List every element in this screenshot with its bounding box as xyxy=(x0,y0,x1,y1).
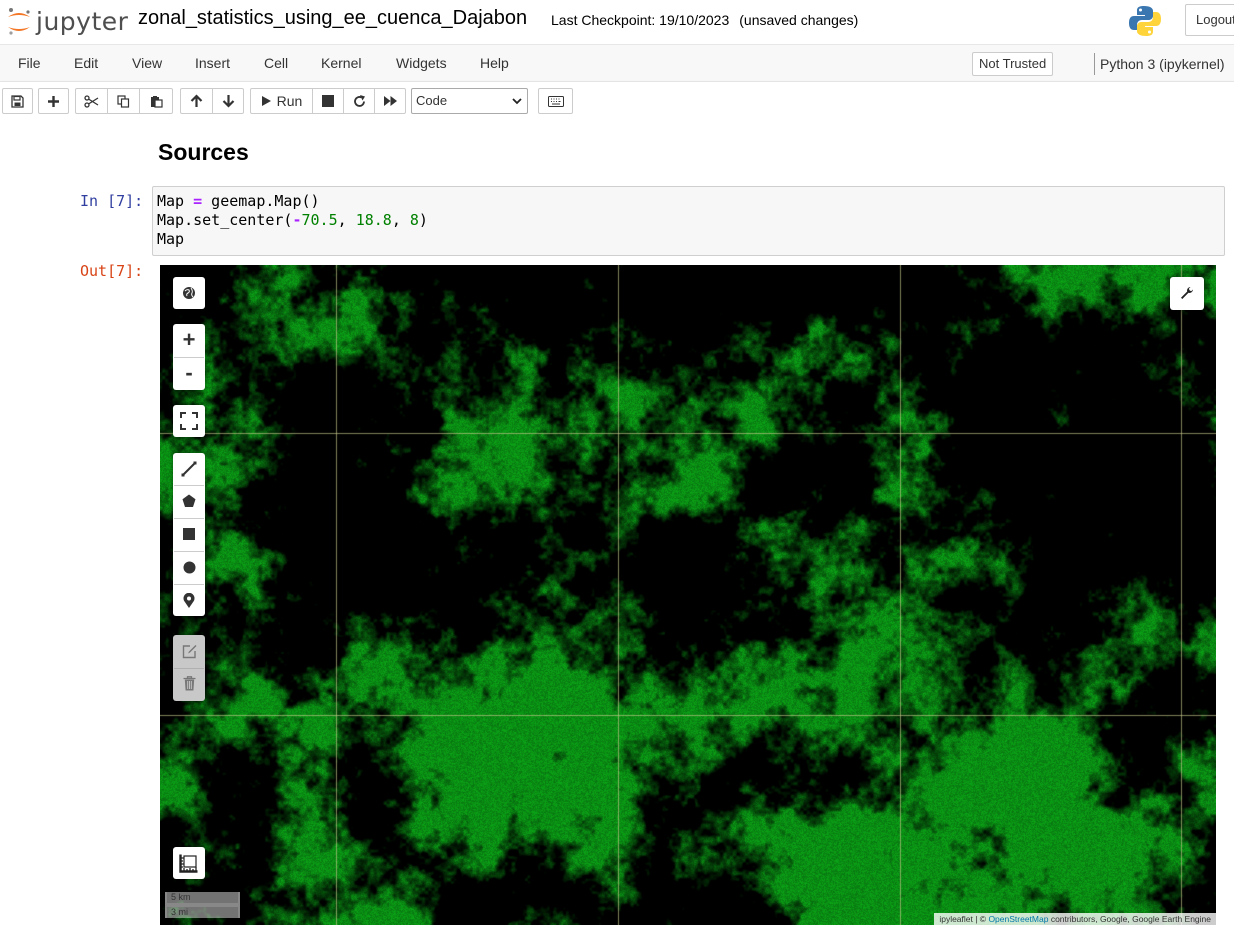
run-label: Run xyxy=(276,93,303,109)
jupyter-logo-icon xyxy=(8,8,30,35)
osm-link[interactable]: OpenStreetMap xyxy=(988,914,1048,924)
map-widget[interactable]: + - 5 km 3 mi ipyleaflet | © OpenStreetM… xyxy=(160,265,1216,925)
code-line: Map = geemap.Map() xyxy=(157,192,320,210)
stop-icon xyxy=(322,95,334,107)
logo-text: jupyter xyxy=(36,6,129,36)
restart-kernel-button[interactable] xyxy=(343,88,375,114)
notebook-container: Sources In [7]: Map = geemap.Map() Map.se… xyxy=(0,120,1234,951)
arrow-down-icon xyxy=(222,95,234,108)
notebook-header: jupyter zonal_statistics_using_ee_cuenca… xyxy=(0,0,1234,44)
checkpoint-text: Last Checkpoint: 19/10/2023 xyxy=(551,12,730,28)
code-line: Map.set_center(-70.5, 18.8, 8) xyxy=(157,211,428,229)
globe-icon xyxy=(174,278,204,308)
logout-button[interactable]: Logout xyxy=(1185,4,1234,36)
save-icon xyxy=(11,94,24,108)
menu-widgets[interactable]: Widgets xyxy=(396,55,447,71)
keyboard-icon xyxy=(547,95,564,107)
play-icon xyxy=(261,96,271,106)
fullscreen-icon xyxy=(174,406,204,436)
not-trusted-button[interactable]: Not Trusted xyxy=(972,52,1054,76)
chevron-down-icon xyxy=(512,98,522,105)
fast-forward-icon xyxy=(383,96,397,106)
menu-kernel[interactable]: Kernel xyxy=(321,55,361,71)
polygon-icon[interactable] xyxy=(174,486,204,516)
ruler-icon xyxy=(174,848,204,878)
run-button[interactable]: Run xyxy=(250,88,313,114)
scale-metric: 5 km xyxy=(165,892,240,905)
arrow-up-icon xyxy=(190,94,203,107)
trash-icon[interactable] xyxy=(174,668,204,698)
measure-control[interactable] xyxy=(173,847,205,879)
checkpoint-status: Last Checkpoint: 19/10/2023 (unsaved chan… xyxy=(551,12,858,28)
marker-icon[interactable] xyxy=(174,585,204,615)
save-button[interactable] xyxy=(2,88,33,114)
code-cell-editor[interactable]: Map = geemap.Map() Map.set_center(-70.5, … xyxy=(152,186,1225,256)
code-line: Map xyxy=(157,230,185,248)
polyline-icon[interactable] xyxy=(174,454,204,484)
menubar: File Edit View Insert Cell Kernel Widget… xyxy=(0,44,1234,82)
cell-type-select[interactable]: Code xyxy=(411,88,528,114)
restart-icon xyxy=(353,94,365,107)
notebook-title[interactable]: zonal_statistics_using_ee_cuenca_Dajabon xyxy=(138,7,527,30)
satellite-basemap[interactable] xyxy=(160,265,1216,925)
map-attribution: ipyleaflet | © OpenStreetMap contributor… xyxy=(934,913,1216,925)
scale-imperial: 3 mi xyxy=(165,905,240,918)
copy-button[interactable] xyxy=(107,88,140,114)
insert-cell-below-button[interactable] xyxy=(38,88,69,114)
output-prompt: Out[7]: xyxy=(80,262,144,280)
paste-icon xyxy=(150,95,163,108)
command-palette-button[interactable] xyxy=(538,88,573,114)
move-cell-down-button[interactable] xyxy=(212,88,244,114)
scale-bar: 5 km 3 mi xyxy=(165,892,240,918)
menu-edit[interactable]: Edit xyxy=(74,55,98,71)
menu-file[interactable]: File xyxy=(18,55,41,71)
menu-view[interactable]: View xyxy=(132,55,162,71)
move-cell-up-button[interactable] xyxy=(180,88,213,114)
toolbar-toggle-button[interactable] xyxy=(1170,277,1204,310)
attribution-suffix: contributors, Google, Google Earth Engin… xyxy=(1048,914,1211,924)
kernel-indicator[interactable]: Python 3 (ipykernel) xyxy=(1094,53,1225,75)
zoom-in-button[interactable]: + xyxy=(174,325,204,355)
input-prompt: In [7]: xyxy=(80,192,144,210)
python-logo-icon xyxy=(1129,6,1161,36)
toolbar: Run Code xyxy=(0,82,1234,120)
edit-toolbar xyxy=(173,635,205,701)
unsaved-changes-text: (unsaved changes) xyxy=(739,12,859,28)
plus-icon xyxy=(48,95,59,107)
zoom-out-button[interactable]: - xyxy=(174,358,204,388)
draw-toolbar xyxy=(173,453,205,616)
rectangle-icon[interactable] xyxy=(174,519,204,549)
restart-run-all-button[interactable] xyxy=(374,88,406,114)
markdown-heading[interactable]: Sources xyxy=(158,139,249,166)
menu-insert[interactable]: Insert xyxy=(195,55,230,71)
jupyter-logo[interactable]: jupyter xyxy=(6,3,128,39)
wrench-icon xyxy=(1172,278,1202,308)
fullscreen-button[interactable] xyxy=(173,405,205,437)
copy-icon xyxy=(117,94,130,108)
scissors-icon xyxy=(84,94,99,108)
cut-button[interactable] xyxy=(75,88,108,114)
circle-icon[interactable] xyxy=(174,552,204,582)
cell-type-value: Code xyxy=(416,93,448,108)
attribution-prefix: ipyleaflet | © xyxy=(939,914,989,924)
paste-button[interactable] xyxy=(139,88,173,114)
layer-control[interactable] xyxy=(173,277,205,309)
zoom-control: + - xyxy=(173,324,205,390)
edit-icon[interactable] xyxy=(174,636,204,666)
interrupt-kernel-button[interactable] xyxy=(312,88,344,114)
menu-cell[interactable]: Cell xyxy=(264,55,288,71)
menu-help[interactable]: Help xyxy=(480,55,509,71)
